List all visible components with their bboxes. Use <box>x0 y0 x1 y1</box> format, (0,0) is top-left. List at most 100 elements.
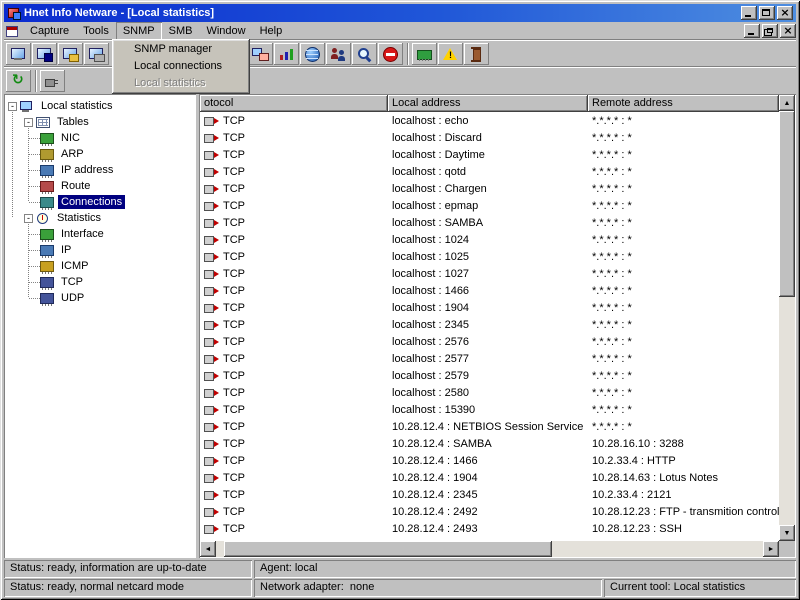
remote-address: *.*.*.* : * <box>588 132 779 144</box>
connection-row[interactable]: TCPlocalhost : 2345*.*.*.* : * <box>200 316 779 333</box>
horizontal-scrollbar[interactable]: ◄ ► <box>200 541 795 557</box>
menu-item-snmp-manager[interactable]: SNMP manager <box>114 41 248 58</box>
scroll-down-button[interactable]: ▼ <box>779 525 795 541</box>
stop-button[interactable] <box>378 43 403 65</box>
connection-row[interactable]: TCPlocalhost : 1027*.*.*.* : * <box>200 265 779 282</box>
refresh-button[interactable] <box>6 70 31 92</box>
scroll-left-button[interactable]: ◄ <box>200 541 216 557</box>
scroll-up-button[interactable]: ▲ <box>779 95 795 111</box>
vertical-scroll-thumb[interactable] <box>779 111 795 297</box>
tree-item-icmp[interactable]: ICMP <box>5 258 195 274</box>
capture-save-button[interactable] <box>32 43 57 65</box>
tree-item-route[interactable]: Route <box>5 178 195 194</box>
tree-item-nic[interactable]: NIC <box>5 130 195 146</box>
connection-row[interactable]: TCPlocalhost : 1904*.*.*.* : * <box>200 299 779 316</box>
column-header-local-address[interactable]: Local address <box>388 95 588 112</box>
connection-icon <box>204 387 219 398</box>
connection-row[interactable]: TCPlocalhost : 2579*.*.*.* : * <box>200 367 779 384</box>
close-button[interactable]: × <box>780 24 796 38</box>
minimize-button[interactable] <box>741 6 757 20</box>
globe-button[interactable] <box>300 43 325 65</box>
tree-item-statistics[interactable]: -Statistics <box>5 210 195 226</box>
connection-icon <box>204 302 219 313</box>
connection-row[interactable]: TCP10.28.12.4 : 234510.2.33.4 : 2121 <box>200 486 779 503</box>
tree-item-arp[interactable]: ARP <box>5 146 195 162</box>
menu-snmp[interactable]: SNMP <box>116 22 162 40</box>
traffic-chart-icon <box>278 47 295 62</box>
scrollbar-corner <box>779 541 795 557</box>
connection-row[interactable]: TCPlocalhost : Daytime*.*.*.* : * <box>200 146 779 163</box>
remote-address: *.*.*.* : * <box>588 421 779 433</box>
horizontal-scroll-track[interactable] <box>216 541 763 557</box>
connection-row[interactable]: TCPlocalhost : Discard*.*.*.* : * <box>200 129 779 146</box>
connection-icon <box>204 217 219 228</box>
tree-item-ip-address[interactable]: IP address <box>5 162 195 178</box>
connection-row[interactable]: TCPlocalhost : SAMBA*.*.*.* : * <box>200 214 779 231</box>
column-header-remote-address[interactable]: Remote address <box>588 95 779 112</box>
connection-icon <box>204 115 219 126</box>
traffic-chart-button[interactable] <box>274 43 299 65</box>
minimize-button[interactable] <box>744 24 760 38</box>
icmp-icon <box>40 261 54 272</box>
scroll-right-button[interactable]: ► <box>763 541 779 557</box>
column-button[interactable] <box>464 43 489 65</box>
connection-row[interactable]: TCPlocalhost : 2576*.*.*.* : * <box>200 333 779 350</box>
agents-button[interactable] <box>248 43 273 65</box>
users-button[interactable] <box>326 43 351 65</box>
zoom-button[interactable] <box>352 43 377 65</box>
tree-item-udp[interactable]: UDP <box>5 290 195 306</box>
menu-help[interactable]: Help <box>253 22 290 40</box>
plug-button[interactable] <box>40 70 65 92</box>
menu-tools[interactable]: Tools <box>76 22 116 40</box>
restore-button[interactable] <box>762 24 778 38</box>
close-button[interactable]: × <box>777 6 793 20</box>
tree-item-connections[interactable]: Connections <box>5 194 195 210</box>
connection-row[interactable]: TCP10.28.12.4 : 249210.28.12.23 : FTP - … <box>200 503 779 520</box>
menu-window[interactable]: Window <box>199 22 252 40</box>
collapse-toggle[interactable]: - <box>8 102 17 111</box>
tree-item-interface[interactable]: Interface <box>5 226 195 242</box>
connection-row[interactable]: TCPlocalhost : 1024*.*.*.* : * <box>200 231 779 248</box>
connection-row[interactable]: TCPlocalhost : 1025*.*.*.* : * <box>200 248 779 265</box>
connection-row[interactable]: TCP10.28.12.4 : 249310.28.12.23 : SSH <box>200 520 779 537</box>
collapse-toggle[interactable]: - <box>24 214 33 223</box>
connection-row[interactable]: TCPlocalhost : 1466*.*.*.* : * <box>200 282 779 299</box>
menu-smb[interactable]: SMB <box>162 22 200 40</box>
title-bar: Hnet Info Netware - [Local statistics] × <box>4 4 796 22</box>
netcard-button[interactable] <box>412 43 437 65</box>
tree-item-tcp[interactable]: TCP <box>5 274 195 290</box>
warning-button[interactable] <box>438 43 463 65</box>
vertical-scrollbar[interactable]: ▲ ▼ <box>779 95 795 541</box>
collapse-toggle[interactable]: - <box>24 118 33 127</box>
maximize-button[interactable] <box>759 6 775 20</box>
connection-row[interactable]: TCPlocalhost : 2580*.*.*.* : * <box>200 384 779 401</box>
connection-row[interactable]: TCP10.28.12.4 : 146610.2.33.4 : HTTP <box>200 452 779 469</box>
connection-row[interactable]: TCP10.28.12.4 : NETBIOS Session Service*… <box>200 418 779 435</box>
capture-view-button[interactable] <box>6 43 31 65</box>
protocol-label: TCP <box>223 183 245 195</box>
menu-capture[interactable]: Capture <box>23 22 76 40</box>
capture-print-button[interactable] <box>84 43 109 65</box>
connection-row[interactable]: TCP10.28.12.4 : SAMBA10.28.16.10 : 3288 <box>200 435 779 452</box>
protocol-label: TCP <box>223 319 245 331</box>
connection-icon <box>204 489 219 500</box>
menu-item-local-connections[interactable]: Local connections <box>114 58 248 75</box>
connection-row[interactable]: TCPlocalhost : 2577*.*.*.* : * <box>200 350 779 367</box>
connections-panel: otocolLocal addressRemote address TCPloc… <box>199 94 796 558</box>
connection-row[interactable]: TCPlocalhost : epmap*.*.*.* : * <box>200 197 779 214</box>
local-address: localhost : qotd <box>388 166 588 178</box>
connection-row[interactable]: TCPlocalhost : Chargen*.*.*.* : * <box>200 180 779 197</box>
vertical-scroll-track[interactable] <box>779 111 795 525</box>
tree-item-local-statistics[interactable]: -Local statistics <box>5 98 195 114</box>
connection-row[interactable]: TCPlocalhost : qotd*.*.*.* : * <box>200 163 779 180</box>
tree-item-ip[interactable]: IP <box>5 242 195 258</box>
horizontal-scroll-thumb[interactable] <box>224 541 552 557</box>
child-window-icon[interactable] <box>5 25 19 38</box>
capture-open-button[interactable] <box>58 43 83 65</box>
tree-item-tables[interactable]: -Tables <box>5 114 195 130</box>
column-header-otocol[interactable]: otocol <box>200 95 388 112</box>
connection-row[interactable]: TCPlocalhost : 15390*.*.*.* : * <box>200 401 779 418</box>
local-address: localhost : 1027 <box>388 268 588 280</box>
connection-row[interactable]: TCP10.28.12.4 : 190410.28.14.63 : Lotus … <box>200 469 779 486</box>
connection-row[interactable]: TCPlocalhost : echo*.*.*.* : * <box>200 112 779 129</box>
